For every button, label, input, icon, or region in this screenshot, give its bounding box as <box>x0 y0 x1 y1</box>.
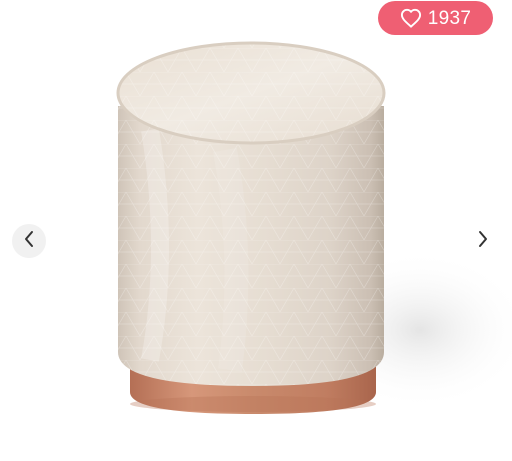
chevron-right-icon <box>477 230 489 253</box>
product-image <box>116 41 512 414</box>
previous-image-button[interactable] <box>12 224 46 258</box>
like-count: 1937 <box>427 7 472 29</box>
heart-outline-icon <box>400 8 422 28</box>
chevron-left-icon <box>23 230 35 253</box>
product-image-viewer: 1937 <box>0 0 512 461</box>
like-button[interactable]: 1937 <box>378 1 493 35</box>
next-image-button[interactable] <box>466 224 500 258</box>
